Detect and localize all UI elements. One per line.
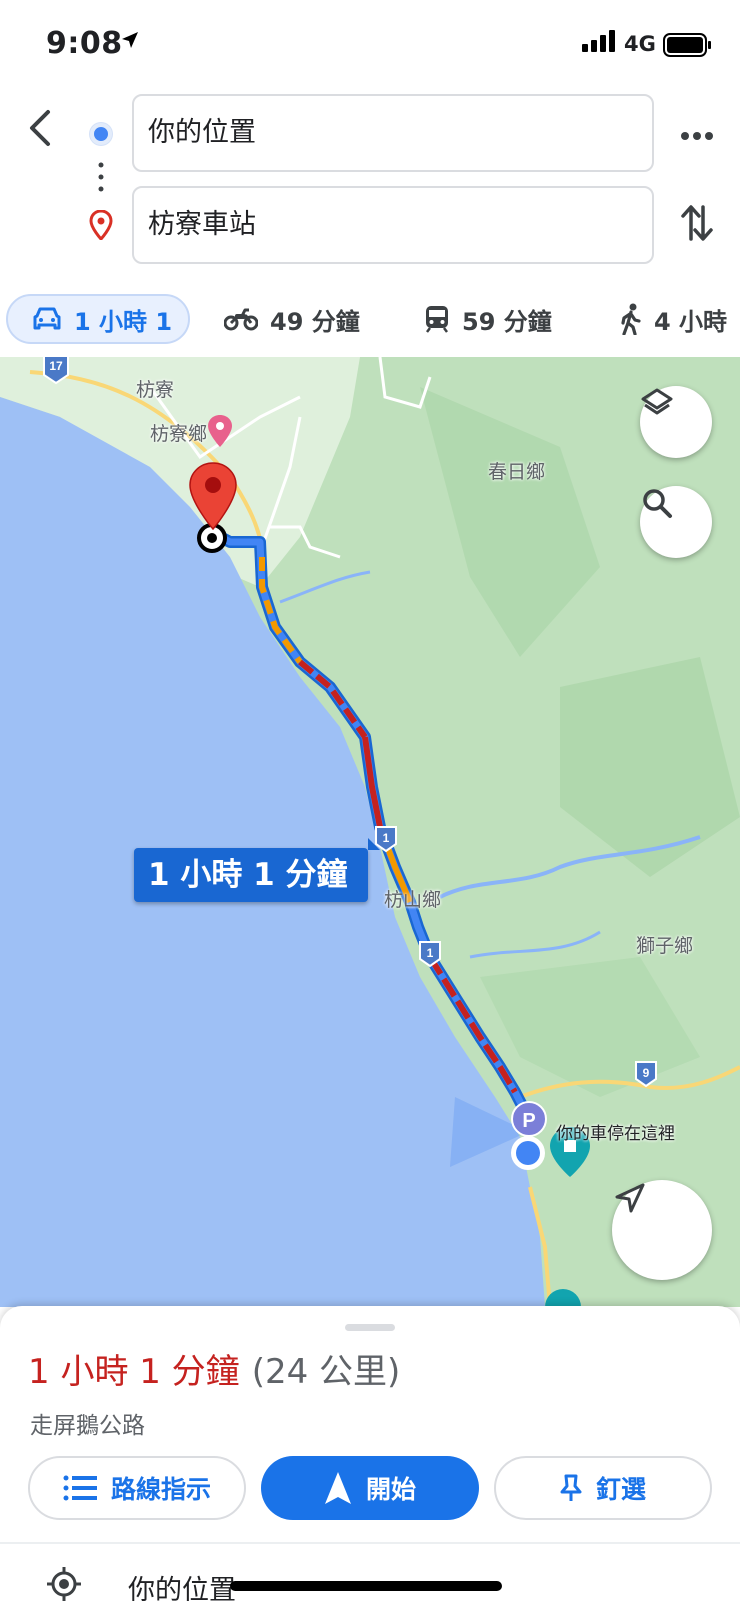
car-icon (32, 306, 62, 332)
directions-header: 你的位置 枋寮車站 (0, 88, 740, 270)
start-button[interactable]: 開始 (261, 1456, 479, 1520)
tab-drive-label: 1 小時 1 (74, 307, 173, 336)
recenter-button[interactable] (612, 1180, 712, 1280)
sheet-divider (0, 1542, 740, 1544)
route-summary-sheet[interactable]: 1 小時 1 分鐘 (24 公里) 走屏鵝公路 路線指示 開始 釘選 你的位置 (0, 1306, 740, 1602)
train-icon (424, 305, 450, 333)
route-dots-icon (98, 162, 104, 192)
back-arrow-icon[interactable] (22, 106, 62, 150)
layers-button[interactable] (640, 386, 712, 458)
list-icon (63, 1475, 97, 1501)
tab-drive[interactable]: 1 小時 1 (6, 294, 190, 344)
origin-input[interactable]: 你的位置 (132, 94, 654, 172)
map-canvas: 17 1 1 9 P (0, 357, 740, 1307)
destination-input[interactable]: 枋寮車站 (132, 186, 654, 264)
home-indicator[interactable] (230, 1581, 502, 1591)
svg-text:1: 1 (383, 831, 390, 845)
network-type: 4G (624, 32, 656, 56)
route-summary: 1 小時 1 分鐘 (24 公里) (28, 1344, 400, 1393)
tab-transit-label: 59 分鐘 (462, 307, 552, 336)
pin-icon (560, 1474, 582, 1502)
location-arrow-icon (120, 30, 140, 54)
first-step-label: 你的位置 (128, 1575, 236, 1602)
svg-text:9: 9 (643, 1066, 650, 1080)
my-location-icon (46, 1566, 82, 1602)
more-options-icon[interactable] (680, 126, 714, 145)
route-duration-callout[interactable]: 1 小時 1 分鐘 (134, 838, 380, 902)
pin-button[interactable]: 釘選 (494, 1456, 712, 1520)
origin-dot-icon (90, 123, 112, 145)
status-time: 9:08 (46, 26, 123, 61)
parking-icon: P (511, 1101, 547, 1137)
swap-icon[interactable] (680, 203, 714, 247)
start-button-label: 開始 (365, 1475, 416, 1504)
status-bar: 9:08 4G (0, 0, 740, 88)
svg-text:17: 17 (49, 359, 63, 373)
battery-icon (663, 33, 713, 61)
steps-button-label: 路線指示 (110, 1475, 211, 1504)
map-label-fangshan: 枋山鄉 (384, 889, 442, 911)
pin-button-label: 釘選 (595, 1475, 646, 1504)
walking-icon (620, 303, 642, 335)
destination-pin-icon (89, 209, 113, 244)
tab-walk-label: 4 小時 (654, 307, 728, 336)
map-label-fangliao-township: 枋寮鄉 (150, 423, 208, 445)
tab-motorcycle[interactable]: 49 分鐘 (224, 294, 360, 344)
signal-icon (582, 30, 618, 56)
first-step-row[interactable]: 你的位置 (0, 1556, 740, 1602)
svg-text:1: 1 (427, 946, 434, 960)
route-duration: 1 小時 1 分鐘 (28, 1352, 240, 1392)
route-via: 走屏鵝公路 (30, 1413, 145, 1439)
map-label-shizi: 獅子鄉 (636, 935, 694, 957)
route-distance: (24 公里) (251, 1352, 401, 1392)
tab-transit[interactable]: 59 分鐘 (424, 294, 552, 344)
motorcycle-icon (224, 307, 258, 331)
map-label-fangliao: 枋寮 (136, 379, 175, 401)
map-search-button[interactable] (640, 486, 712, 558)
navigation-start-icon (324, 1471, 352, 1505)
tab-walk[interactable]: 4 小時 (620, 294, 727, 344)
map-label-chunri: 春日鄉 (488, 461, 546, 483)
user-location-icon (511, 1136, 545, 1170)
map-label-car-parked: 你的車停在這裡 (556, 1124, 675, 1144)
sheet-handle[interactable] (345, 1324, 395, 1331)
travel-mode-tabs: 1 小時 1 49 分鐘 59 分鐘 4 小時 (0, 282, 740, 356)
svg-text:P: P (522, 1110, 535, 1132)
tab-motorcycle-label: 49 分鐘 (270, 307, 360, 336)
map-view[interactable]: 17 1 1 9 P 枋寮 枋寮鄉 春日鄉 枋山鄉 獅子鄉 你的車停在這裡 1 … (0, 357, 740, 1307)
steps-button[interactable]: 路線指示 (28, 1456, 246, 1520)
